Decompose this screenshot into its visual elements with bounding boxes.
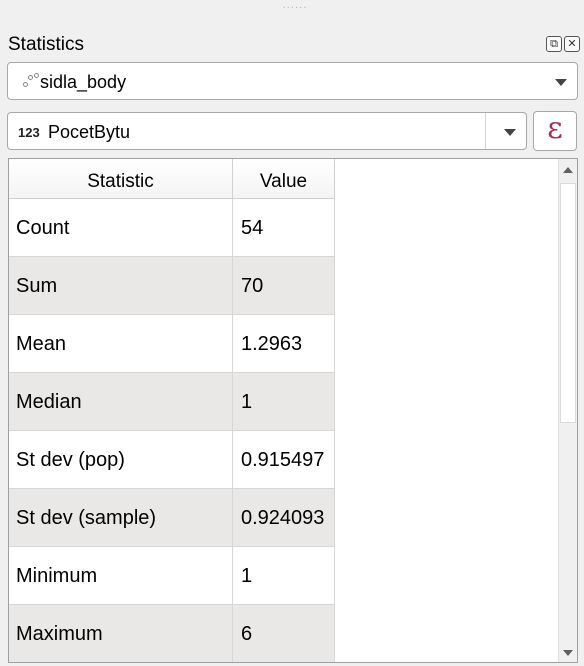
- value-cell: 6: [233, 605, 335, 662]
- table-row[interactable]: Median 1: [9, 373, 335, 431]
- statistic-cell: St dev (pop): [9, 431, 233, 489]
- value-cell: 0.924093: [233, 489, 335, 547]
- table-row[interactable]: Mean 1.2963: [9, 315, 335, 373]
- scroll-up-icon[interactable]: [559, 159, 577, 179]
- value-cell: 54: [233, 199, 335, 257]
- statistic-cell: St dev (sample): [9, 489, 233, 547]
- panel-titlebar: Statistics ⧉ ✕: [0, 24, 584, 64]
- dock-drag-handle[interactable]: ······: [280, 4, 310, 14]
- scroll-down-icon[interactable]: [559, 642, 577, 662]
- value-cell: 1.2963: [233, 315, 335, 373]
- column-header-statistic[interactable]: Statistic: [9, 159, 233, 199]
- value-cell: 70: [233, 257, 335, 315]
- panel-title: Statistics: [8, 34, 85, 55]
- vertical-scrollbar[interactable]: [558, 159, 577, 662]
- field-select-value: PocetBytu: [48, 122, 131, 142]
- statistic-cell: Mean: [9, 315, 233, 373]
- statistic-cell: Minimum: [9, 547, 233, 605]
- statistic-cell: Count: [9, 199, 233, 257]
- table-header: Statistic Value: [9, 159, 560, 199]
- expression-button[interactable]: ε: [533, 111, 577, 151]
- table-row[interactable]: Minimum 1: [9, 547, 335, 605]
- statistic-cell: Maximum: [9, 605, 233, 662]
- table-row[interactable]: Count 54: [9, 199, 335, 257]
- table-row[interactable]: Sum 70: [9, 257, 335, 315]
- column-header-value[interactable]: Value: [233, 159, 335, 199]
- table-row[interactable]: Maximum 6: [9, 605, 335, 662]
- value-cell: 1: [233, 547, 335, 605]
- combo-divider: [485, 113, 486, 149]
- chevron-down-icon[interactable]: [555, 79, 567, 86]
- table-row[interactable]: St dev (sample) 0.924093: [9, 489, 335, 547]
- layer-select[interactable]: sidla_body: [7, 62, 578, 100]
- value-cell: 0.915497: [233, 431, 335, 489]
- point-layer-icon: [22, 73, 39, 89]
- close-panel-icon[interactable]: ✕: [564, 36, 580, 52]
- statistic-cell: Sum: [9, 257, 233, 315]
- layer-select-value: sidla_body: [40, 72, 127, 92]
- chevron-down-icon[interactable]: [504, 129, 516, 136]
- float-panel-icon[interactable]: ⧉: [546, 36, 562, 52]
- integer-field-icon: 123: [18, 125, 40, 140]
- statistics-table: Statistic Value Count 54 Sum 70 Mean 1.2…: [8, 158, 578, 663]
- table-row[interactable]: St dev (pop) 0.915497: [9, 431, 335, 489]
- scrollbar-thumb[interactable]: [560, 183, 576, 423]
- field-select[interactable]: 123 PocetBytu: [7, 112, 527, 150]
- statistic-cell: Median: [9, 373, 233, 431]
- value-cell: 1: [233, 373, 335, 431]
